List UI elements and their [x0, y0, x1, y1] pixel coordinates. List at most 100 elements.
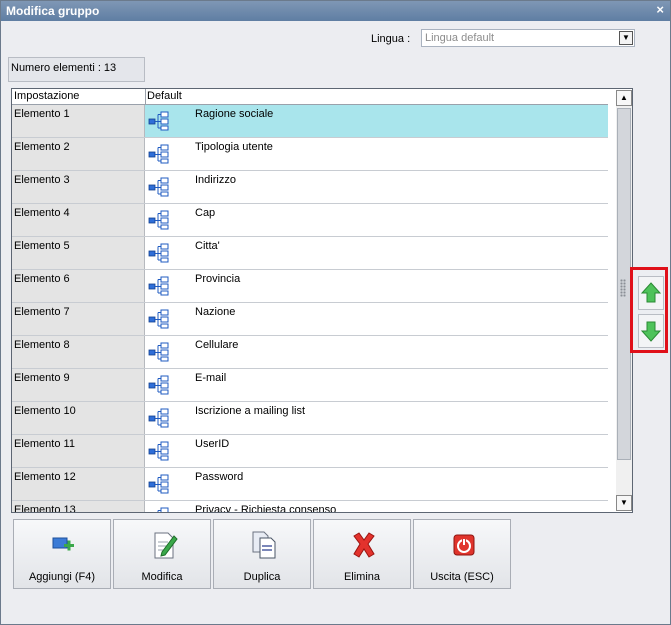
setting-cell[interactable]: Elemento 12 — [12, 468, 145, 500]
delete-button[interactable]: Elimina — [313, 519, 411, 589]
default-cell[interactable]: Tipologia utente — [145, 138, 608, 170]
default-cell[interactable]: Iscrizione a mailing list — [145, 402, 608, 434]
table-row[interactable]: Elemento 1 Ragione sociale — [12, 105, 608, 138]
scroll-up-icon[interactable]: ▲ — [616, 90, 632, 106]
setting-cell[interactable]: Elemento 1 — [12, 105, 145, 137]
default-cell[interactable]: Privacy - Richiesta consenso — [145, 501, 608, 513]
default-cell[interactable]: Provincia — [145, 270, 608, 302]
setting-cell[interactable]: Elemento 8 — [12, 336, 145, 368]
default-value: Provincia — [195, 273, 241, 285]
default-value: Nazione — [195, 306, 236, 318]
setting-cell[interactable]: Elemento 5 — [12, 237, 145, 269]
default-value: Cap — [195, 207, 216, 219]
edit-button[interactable]: Modifica — [113, 519, 211, 589]
move-up-button[interactable] — [638, 276, 664, 310]
language-select[interactable]: Lingua default ▼ — [421, 29, 635, 47]
table-row[interactable]: Elemento 9 E-mail — [12, 369, 608, 402]
setting-cell[interactable]: Elemento 3 — [12, 171, 145, 203]
default-cell[interactable]: Password — [145, 468, 608, 500]
hierarchy-icon — [148, 441, 170, 461]
table-row[interactable]: Elemento 3 Indirizzo — [12, 171, 608, 204]
setting-name: Elemento 2 — [14, 141, 70, 153]
default-cell[interactable]: Cap — [145, 204, 608, 236]
add-icon — [52, 537, 74, 551]
language-value: Lingua default — [425, 32, 495, 44]
default-cell[interactable]: Ragione sociale — [145, 105, 608, 137]
close-icon[interactable]: × — [656, 2, 664, 17]
add-button-label: Aggiungi (F4) — [28, 571, 96, 583]
default-value: Indirizzo — [195, 174, 236, 186]
table-row[interactable]: Elemento 7 Nazione — [12, 303, 608, 336]
elements-grid: Impostazione Default Elemento 1 Ragione s… — [11, 88, 633, 513]
setting-name: Elemento 10 — [14, 405, 76, 417]
delete-icon — [353, 532, 375, 558]
table-row[interactable]: Elemento 13 Privacy - Richiesta consenso — [12, 501, 608, 513]
setting-cell[interactable]: Elemento 7 — [12, 303, 145, 335]
default-value: Ragione sociale — [195, 108, 274, 120]
power-icon — [453, 534, 475, 556]
default-cell[interactable]: Indirizzo — [145, 171, 608, 203]
column-separator — [145, 89, 146, 104]
chevron-down-icon[interactable]: ▼ — [619, 31, 633, 45]
hierarchy-icon — [148, 507, 170, 512]
setting-cell[interactable]: Elemento 9 — [12, 369, 145, 401]
hierarchy-icon — [148, 342, 170, 362]
column-header-setting[interactable]: Impostazione — [14, 90, 79, 102]
add-button[interactable]: Aggiungi (F4) — [13, 519, 111, 589]
element-count-text: Numero elementi : 13 — [11, 62, 117, 74]
setting-cell[interactable]: Elemento 11 — [12, 435, 145, 467]
delete-button-label: Elimina — [343, 571, 381, 583]
hierarchy-icon — [148, 276, 170, 296]
scroll-down-icon[interactable]: ▼ — [616, 495, 632, 511]
hierarchy-icon — [148, 111, 170, 131]
default-cell[interactable]: Citta' — [145, 237, 608, 269]
default-value: Privacy - Richiesta consenso — [195, 504, 337, 513]
setting-name: Elemento 8 — [14, 339, 70, 351]
table-row[interactable]: Elemento 6 Provincia — [12, 270, 608, 303]
table-row[interactable]: Elemento 2 Tipologia utente — [12, 138, 608, 171]
table-row[interactable]: Elemento 10 Iscrizione a mailing list — [12, 402, 608, 435]
setting-name: Elemento 7 — [14, 306, 70, 318]
setting-cell[interactable]: Elemento 10 — [12, 402, 145, 434]
default-cell[interactable]: UserID — [145, 435, 608, 467]
default-value: Password — [195, 471, 244, 483]
setting-cell[interactable]: Elemento 6 — [12, 270, 145, 302]
default-cell[interactable]: Nazione — [145, 303, 608, 335]
setting-name: Elemento 5 — [14, 240, 70, 252]
duplicate-button-label: Duplica — [243, 571, 281, 583]
default-value: UserID — [195, 438, 230, 450]
exit-button-label: Uscita (ESC) — [430, 571, 494, 583]
table-row[interactable]: Elemento 12 Password — [12, 468, 608, 501]
splitter-grip[interactable] — [620, 279, 626, 297]
default-cell[interactable]: Cellulare — [145, 336, 608, 368]
grid-header: Impostazione Default — [12, 89, 608, 105]
setting-name: Elemento 11 — [14, 438, 75, 450]
column-header-default[interactable]: Default — [147, 90, 182, 102]
table-row[interactable]: Elemento 4 Cap — [12, 204, 608, 237]
language-label: Lingua : — [371, 33, 411, 45]
table-row[interactable]: Elemento 8 Cellulare — [12, 336, 608, 369]
duplicate-button[interactable]: Duplica — [213, 519, 311, 589]
default-value: Tipologia utente — [195, 141, 273, 153]
table-row[interactable]: Elemento 11 UserID — [12, 435, 608, 468]
setting-cell[interactable]: Elemento 13 — [12, 501, 145, 512]
table-row[interactable]: Elemento 5 Citta' — [12, 237, 608, 270]
hierarchy-icon — [148, 474, 170, 494]
title-bar: Modifica gruppo × — [1, 1, 670, 21]
hierarchy-icon — [148, 309, 170, 329]
default-value: E-mail — [195, 372, 227, 384]
edit-icon — [154, 532, 178, 559]
exit-button[interactable]: Uscita (ESC) — [413, 519, 511, 589]
setting-cell[interactable]: Elemento 4 — [12, 204, 145, 236]
edit-button-label: Modifica — [141, 571, 183, 583]
move-down-button[interactable] — [638, 314, 664, 348]
default-cell[interactable]: E-mail — [145, 369, 608, 401]
setting-name: Elemento 9 — [14, 372, 70, 384]
grid-rows: Elemento 1 Ragione sociale Elemento 2 Tipol… — [12, 105, 608, 513]
setting-cell[interactable]: Elemento 2 — [12, 138, 145, 170]
element-count-box: Numero elementi : 13 — [8, 57, 145, 82]
arrow-down-icon — [638, 314, 664, 348]
hierarchy-icon — [148, 177, 170, 197]
hierarchy-icon — [148, 408, 170, 428]
dialog-window: Modifica gruppo × Lingua : Lingua defaul… — [0, 0, 671, 625]
